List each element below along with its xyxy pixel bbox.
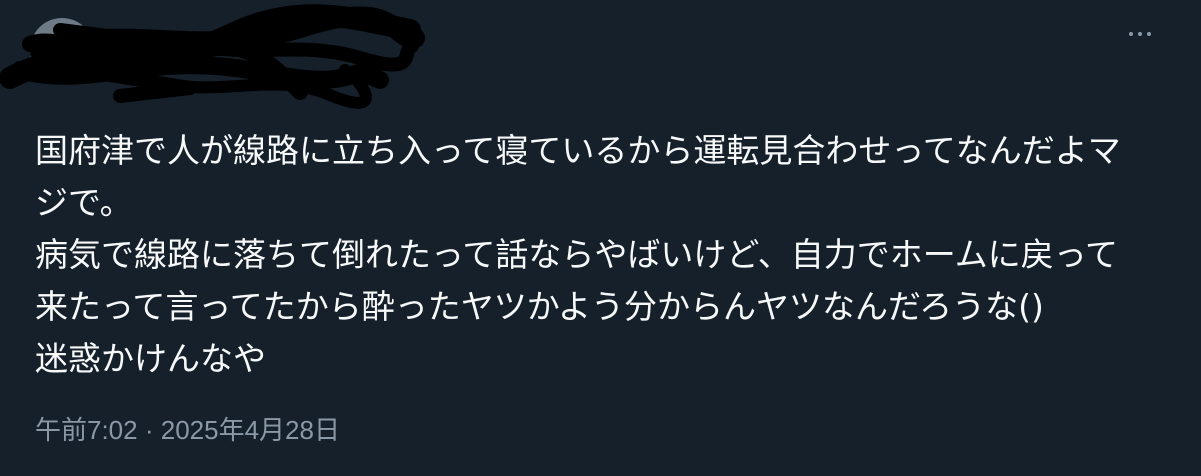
tweet-text-line: 病気で線路に落ちて倒れたって話ならやばいけど、自力でホームに戻って <box>35 235 1119 274</box>
more-horizontal-icon <box>1129 32 1133 36</box>
tweet-text: 国府津で人が線路に立ち入って寝ているから運転見合わせってなんだよマ ジで。 病気… <box>35 125 1175 385</box>
tweet-timestamp: 午前7:02 · 2025年4月28日 <box>35 410 340 447</box>
more-options-button[interactable] <box>1120 16 1160 52</box>
tweet-text-line: 来たって言ってたから酔ったヤツかよう分からんヤツなんだろうな() <box>35 287 1044 326</box>
more-horizontal-icon <box>1138 32 1142 36</box>
user-avatar[interactable] <box>30 18 94 82</box>
tweet-text-line: 国府津で人が線路に立ち入って寝ているから運転見合わせってなんだよマ <box>35 131 1121 170</box>
timestamp-separator: · <box>144 415 154 445</box>
tweet-text-line: 迷惑かけんなや <box>35 339 266 378</box>
more-horizontal-icon <box>1147 32 1151 36</box>
timestamp-time-link[interactable]: 午前7:02 <box>35 415 138 445</box>
timestamp-date-link[interactable]: 2025年4月28日 <box>161 415 340 445</box>
tweet-text-line: ジで。 <box>35 183 133 222</box>
tweet-header <box>0 0 1201 110</box>
redaction-scribble <box>0 4 425 109</box>
tweet-detail: 国府津で人が線路に立ち入って寝ているから運転見合わせってなんだよマ ジで。 病気… <box>0 0 1201 476</box>
